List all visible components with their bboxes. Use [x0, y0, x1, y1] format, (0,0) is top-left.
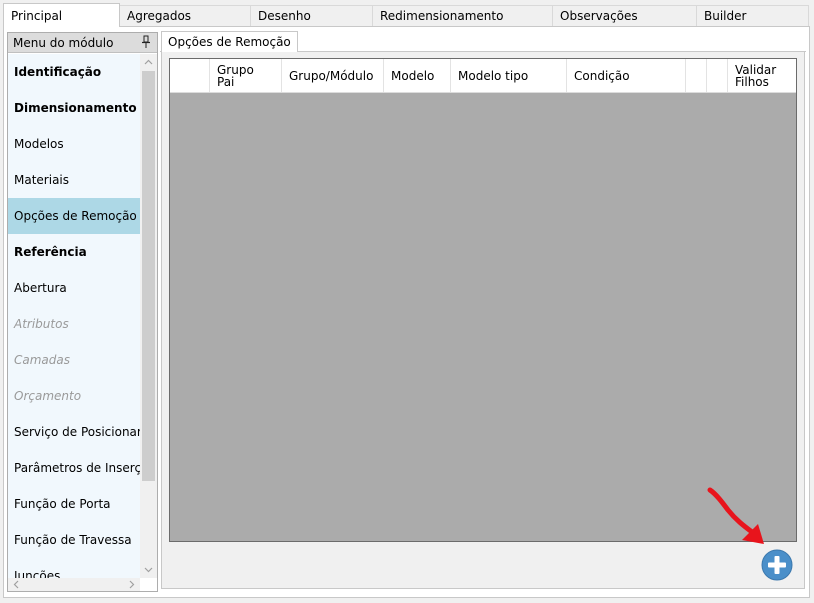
module-menu-panel: Menu do módulo Identificação Dimensionam…: [7, 32, 158, 592]
grid-col-condicao[interactable]: Condição: [567, 59, 686, 92]
menu-item-dimensionamento[interactable]: Dimensionamento: [8, 90, 140, 126]
menu-item-materiais[interactable]: Materiais: [8, 162, 140, 198]
scroll-left-arrow-icon[interactable]: [12, 580, 21, 589]
tab-builder[interactable]: Builder: [697, 5, 809, 27]
module-menu-header: Menu do módulo: [8, 33, 157, 53]
module-menu-title: Menu do módulo: [13, 36, 114, 50]
grid-col-modelo-tipo[interactable]: Modelo tipo: [451, 59, 567, 92]
removal-options-grid[interactable]: Grupo Pai Grupo/Módulo Modelo Modelo tip…: [169, 58, 797, 542]
tab-desenho[interactable]: Desenho: [251, 5, 373, 27]
grid-col-validar-filhos[interactable]: Validar Filhos: [728, 59, 796, 92]
tab-principal[interactable]: Principal: [3, 3, 120, 27]
menu-item-servico-de-posicionamento[interactable]: Serviço de Posicionamento: [8, 414, 140, 450]
red-arrow-icon: [707, 487, 764, 544]
module-menu-list: Identificação Dimensionamento Modelos Ma…: [8, 54, 140, 578]
scroll-right-arrow-icon[interactable]: [127, 580, 136, 589]
menu-item-opcoes-de-remocao[interactable]: Opções de Remoção: [8, 198, 140, 234]
menu-item-referencia[interactable]: Referência: [8, 234, 140, 270]
top-tab-strip: Principal Agregados Desenho Redimensiona…: [3, 3, 810, 27]
scroll-up-arrow-icon[interactable]: [144, 58, 153, 67]
tab-opcoes-de-remocao[interactable]: Opções de Remoção: [161, 31, 298, 53]
menu-item-funcao-de-porta[interactable]: Função de Porta: [8, 486, 140, 522]
menu-item-modelos[interactable]: Modelos: [8, 126, 140, 162]
tab-redimensionamento[interactable]: Redimensionamento: [373, 5, 553, 27]
menu-item-funcao-de-travessa[interactable]: Função de Travessa: [8, 522, 140, 558]
grid-col-extra-1[interactable]: [686, 59, 707, 92]
menu-item-camadas: Camadas: [14, 353, 70, 367]
tab-agregados[interactable]: Agregados: [120, 5, 251, 27]
scroll-down-arrow-icon[interactable]: [144, 565, 153, 574]
menu-item-parametros-de-insercao[interactable]: Parâmetros de Inserção: [8, 450, 140, 486]
menu-item-abertura[interactable]: Abertura: [8, 270, 140, 306]
grid-col-modelo[interactable]: Modelo: [384, 59, 451, 92]
grid-col-extra-2[interactable]: [707, 59, 728, 92]
tab-observacoes[interactable]: Observações: [553, 5, 697, 27]
menu-scroll-thumb[interactable]: [142, 71, 155, 481]
grid-header-row: Grupo Pai Grupo/Módulo Modelo Modelo tip…: [170, 59, 796, 93]
menu-item-juncoes[interactable]: Junções: [8, 558, 140, 578]
grid-col-grupo-pai[interactable]: Grupo Pai: [210, 59, 282, 92]
menu-item-orcamento: Orçamento: [14, 389, 82, 403]
menu-item-identificacao[interactable]: Identificação: [8, 54, 140, 90]
grid-col-selector[interactable]: [170, 59, 210, 92]
menu-vertical-scrollbar[interactable]: [140, 54, 157, 578]
menu-horizontal-scrollbar[interactable]: [8, 578, 140, 591]
pin-icon[interactable]: [141, 35, 151, 49]
content-tab-strip: Opções de Remoção: [160, 31, 806, 53]
grid-col-grupo-modulo[interactable]: Grupo/Módulo: [282, 59, 384, 92]
plus-circle-icon[interactable]: [761, 549, 793, 581]
menu-item-atributos: Atributos: [14, 317, 69, 331]
